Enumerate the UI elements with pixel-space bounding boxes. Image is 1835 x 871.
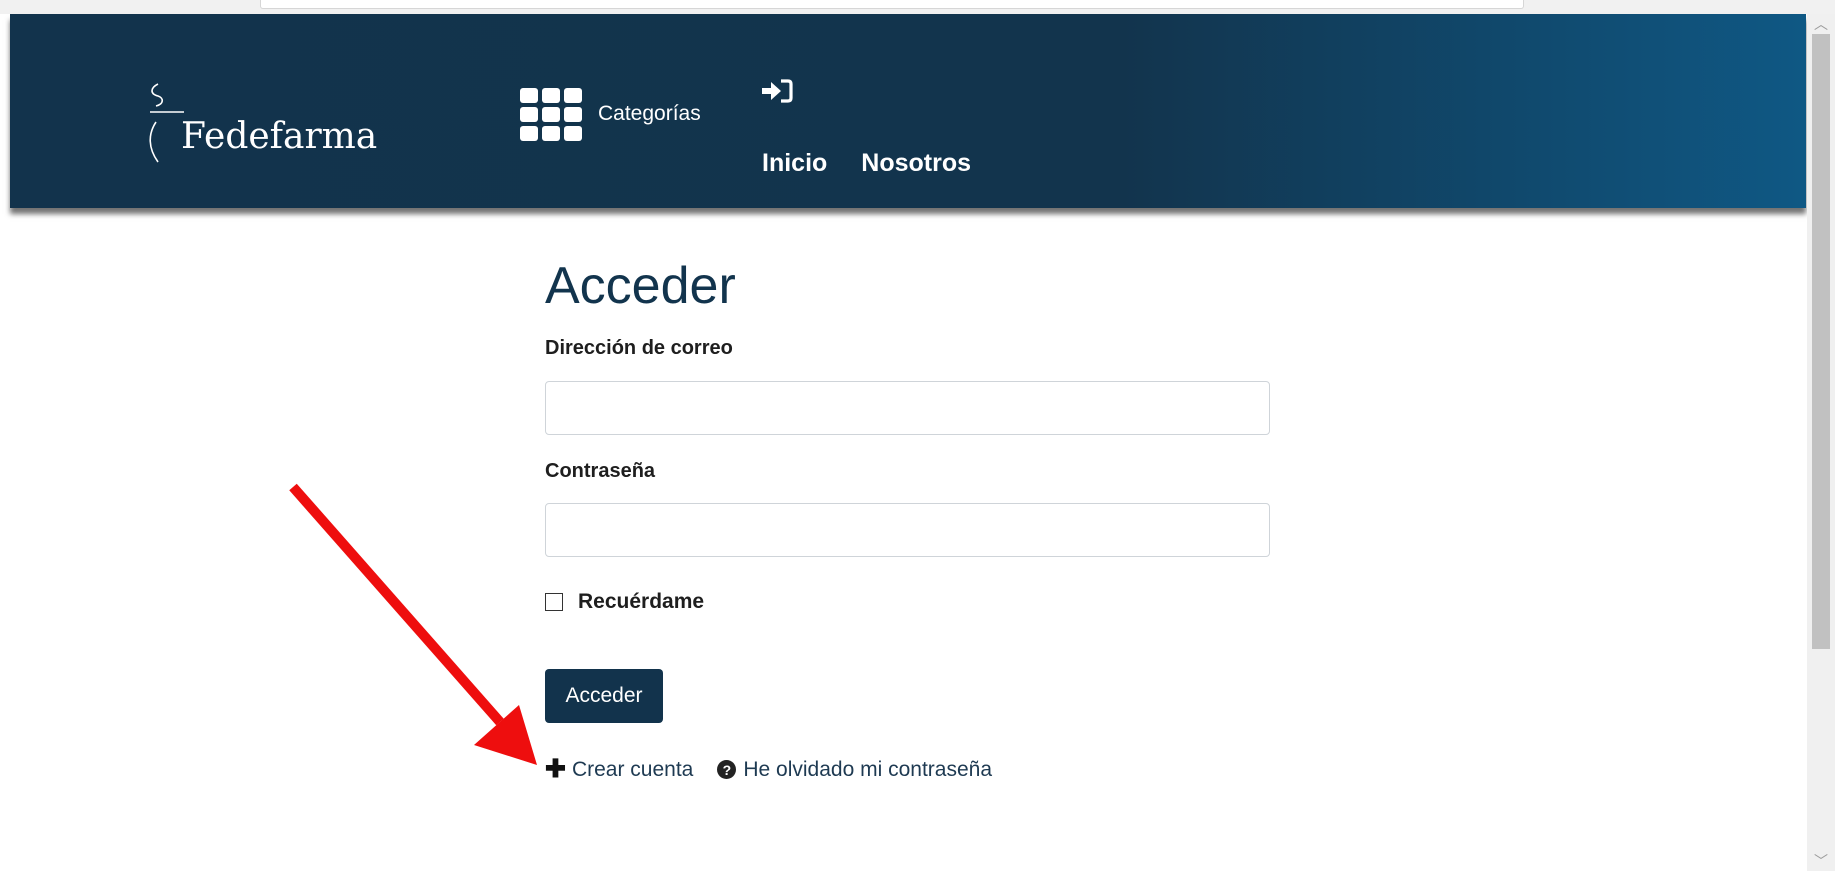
checkbox-box[interactable]: [545, 593, 563, 611]
page-title: Acceder: [545, 257, 736, 315]
scroll-down-icon[interactable]: ﹀: [1807, 851, 1835, 871]
address-bar[interactable]: [260, 0, 1524, 9]
scroll-up-icon[interactable]: ︿: [1807, 14, 1835, 34]
mortar-pestle-logo-icon: [149, 83, 184, 163]
categories-button[interactable]: Categorías: [520, 84, 701, 144]
grid-icon: [520, 87, 582, 141]
brand-logo[interactable]: Fedefarma: [144, 68, 404, 168]
email-field[interactable]: [545, 381, 1270, 435]
plus-icon: ✚: [545, 755, 566, 783]
login-button[interactable]: Acceder: [545, 669, 663, 723]
question-circle-icon: ?: [717, 760, 737, 779]
nav-link-inicio[interactable]: Inicio: [762, 149, 827, 178]
forgot-password-label: He olvidado mi contraseña: [743, 757, 992, 781]
create-account-label: Crear cuenta: [571, 757, 694, 781]
password-label: Contraseña: [545, 460, 656, 482]
site-header: Fedefarma Categorías Inicio Nosotros: [10, 14, 1806, 208]
create-account-link[interactable]: ✚ Crear cuenta: [545, 757, 693, 782]
account-links: ✚ Crear cuenta ? He olvidado mi contrase…: [545, 757, 992, 782]
scrollbar-thumb[interactable]: [1812, 34, 1830, 649]
brand-name: Fedefarma: [181, 116, 378, 157]
sign-in-icon[interactable]: [761, 78, 793, 104]
email-label: Dirección de correo: [545, 337, 733, 359]
remember-me-checkbox[interactable]: Recuérdame: [545, 590, 704, 614]
categories-label: Categorías: [598, 102, 701, 125]
main-menu: Inicio Nosotros: [762, 149, 971, 178]
password-field[interactable]: [545, 503, 1270, 557]
remember-me-label: Recuérdame: [578, 590, 705, 613]
browser-top-strip: [0, 0, 1835, 14]
forgot-password-link[interactable]: ? He olvidado mi contraseña: [717, 758, 992, 782]
vertical-scrollbar[interactable]: ︿ ﹀: [1807, 14, 1835, 871]
nav-link-nosotros[interactable]: Nosotros: [861, 149, 971, 178]
